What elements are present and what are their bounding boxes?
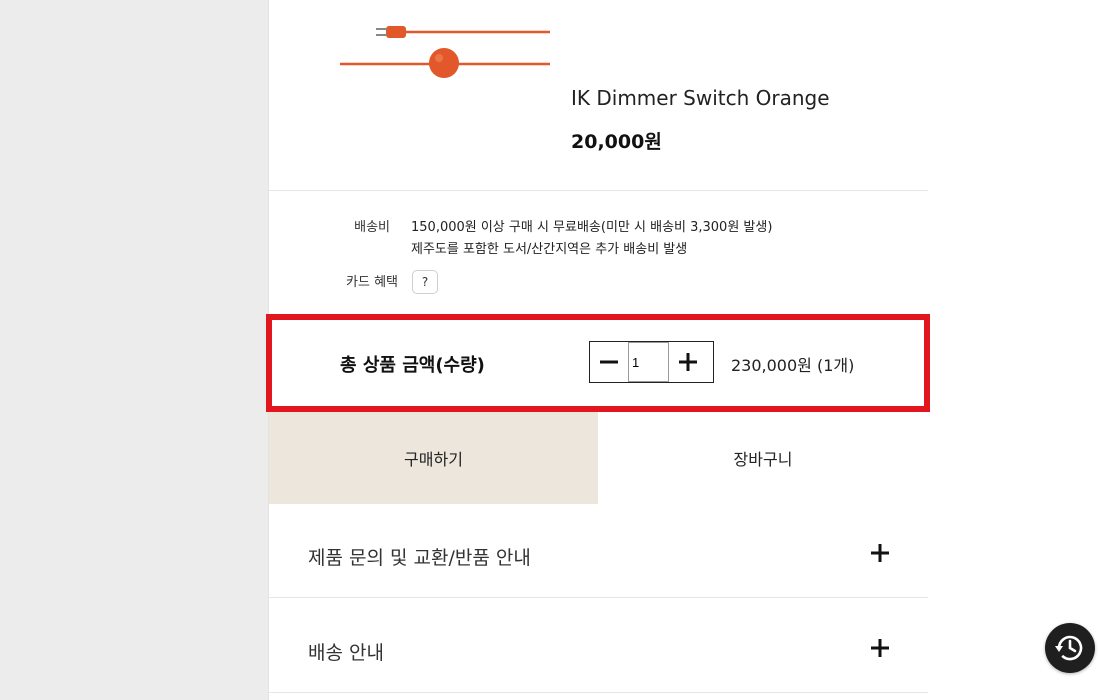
divider	[269, 692, 928, 693]
shipping-fee-line1: 150,000원 이상 구매 시 무료배송(미만 시 배송비 3,300원 발생…	[411, 220, 773, 235]
buy-button[interactable]: 구매하기	[269, 412, 598, 504]
right-background	[929, 0, 1100, 700]
quantity-decrease-button[interactable]	[590, 342, 628, 382]
product-image	[340, 15, 550, 85]
accordion-label: 배송 안내	[308, 642, 384, 664]
total-price-label: 총 상품 금액(수량)	[340, 355, 485, 376]
cart-button[interactable]: 장바구니	[598, 412, 928, 504]
plus-icon	[871, 639, 889, 657]
history-button[interactable]	[1045, 623, 1095, 673]
total-amount: 230,000원 (1개)	[731, 356, 855, 375]
shipping-fee-label: 배송비	[354, 220, 390, 235]
accordion-shipping-info[interactable]: 배송 안내	[269, 598, 928, 693]
product-price: 20,000원	[571, 131, 662, 153]
quantity-stepper	[589, 341, 714, 383]
quantity-increase-button[interactable]	[669, 342, 707, 382]
quantity-input[interactable]	[628, 342, 669, 382]
buy-button-label: 구매하기	[404, 450, 463, 469]
plus-icon	[871, 544, 889, 562]
accordion-inquiry-exchange[interactable]: 제품 문의 및 교환/반품 안내	[269, 504, 928, 599]
plus-icon	[679, 353, 697, 371]
divider	[269, 190, 928, 191]
product-name: IK Dimmer Switch Orange	[571, 86, 830, 110]
cart-button-label: 장바구니	[733, 450, 793, 469]
minus-icon	[600, 360, 618, 364]
accordion-label: 제품 문의 및 교환/반품 안내	[308, 547, 531, 569]
shipping-fee-line2: 제주도를 포함한 도서/산간지역은 추가 배송비 발생	[411, 242, 688, 257]
card-benefit-label: 카드 혜택	[346, 275, 398, 290]
card-benefit-help-button[interactable]: ?	[412, 270, 438, 294]
history-clock-icon	[1055, 635, 1083, 661]
